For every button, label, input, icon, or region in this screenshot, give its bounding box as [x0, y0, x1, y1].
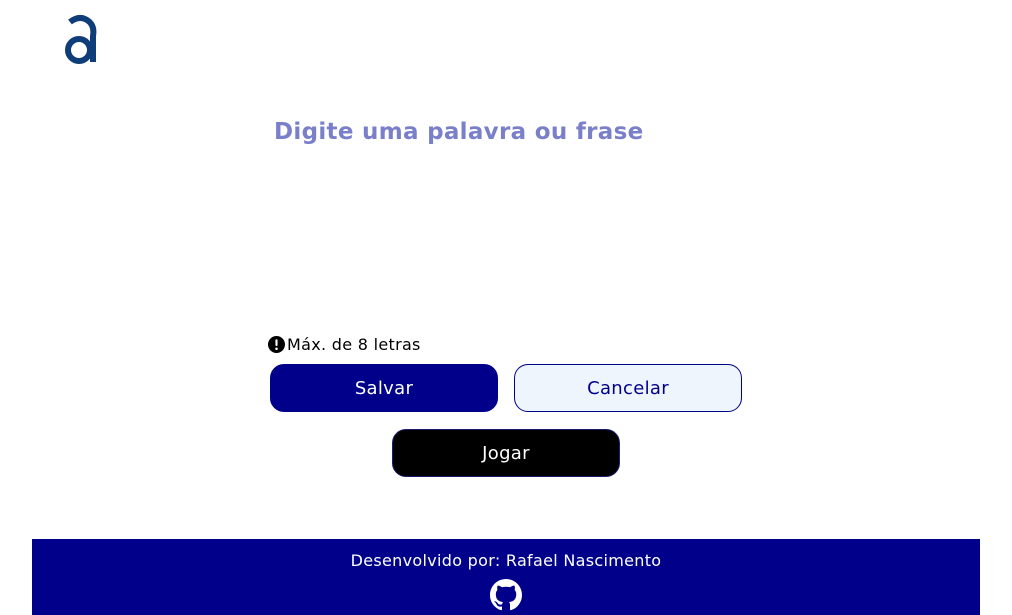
page: Máx. de 8 letras Salvar Cancelar Jogar D…: [0, 0, 1012, 615]
exclamation-circle-icon: [268, 336, 285, 353]
word-input[interactable]: [270, 110, 748, 320]
github-icon[interactable]: [490, 579, 522, 611]
max-letters-hint: Máx. de 8 letras: [268, 335, 421, 354]
alura-a-logo[interactable]: [62, 14, 98, 66]
cancel-button[interactable]: Cancelar: [514, 364, 742, 412]
hint-text: Máx. de 8 letras: [287, 335, 421, 354]
save-button[interactable]: Salvar: [270, 364, 498, 412]
play-button[interactable]: Jogar: [392, 429, 620, 477]
footer: Desenvolvido por: Rafael Nascimento: [32, 539, 980, 615]
footer-credit: Desenvolvido por: Rafael Nascimento: [350, 551, 662, 570]
